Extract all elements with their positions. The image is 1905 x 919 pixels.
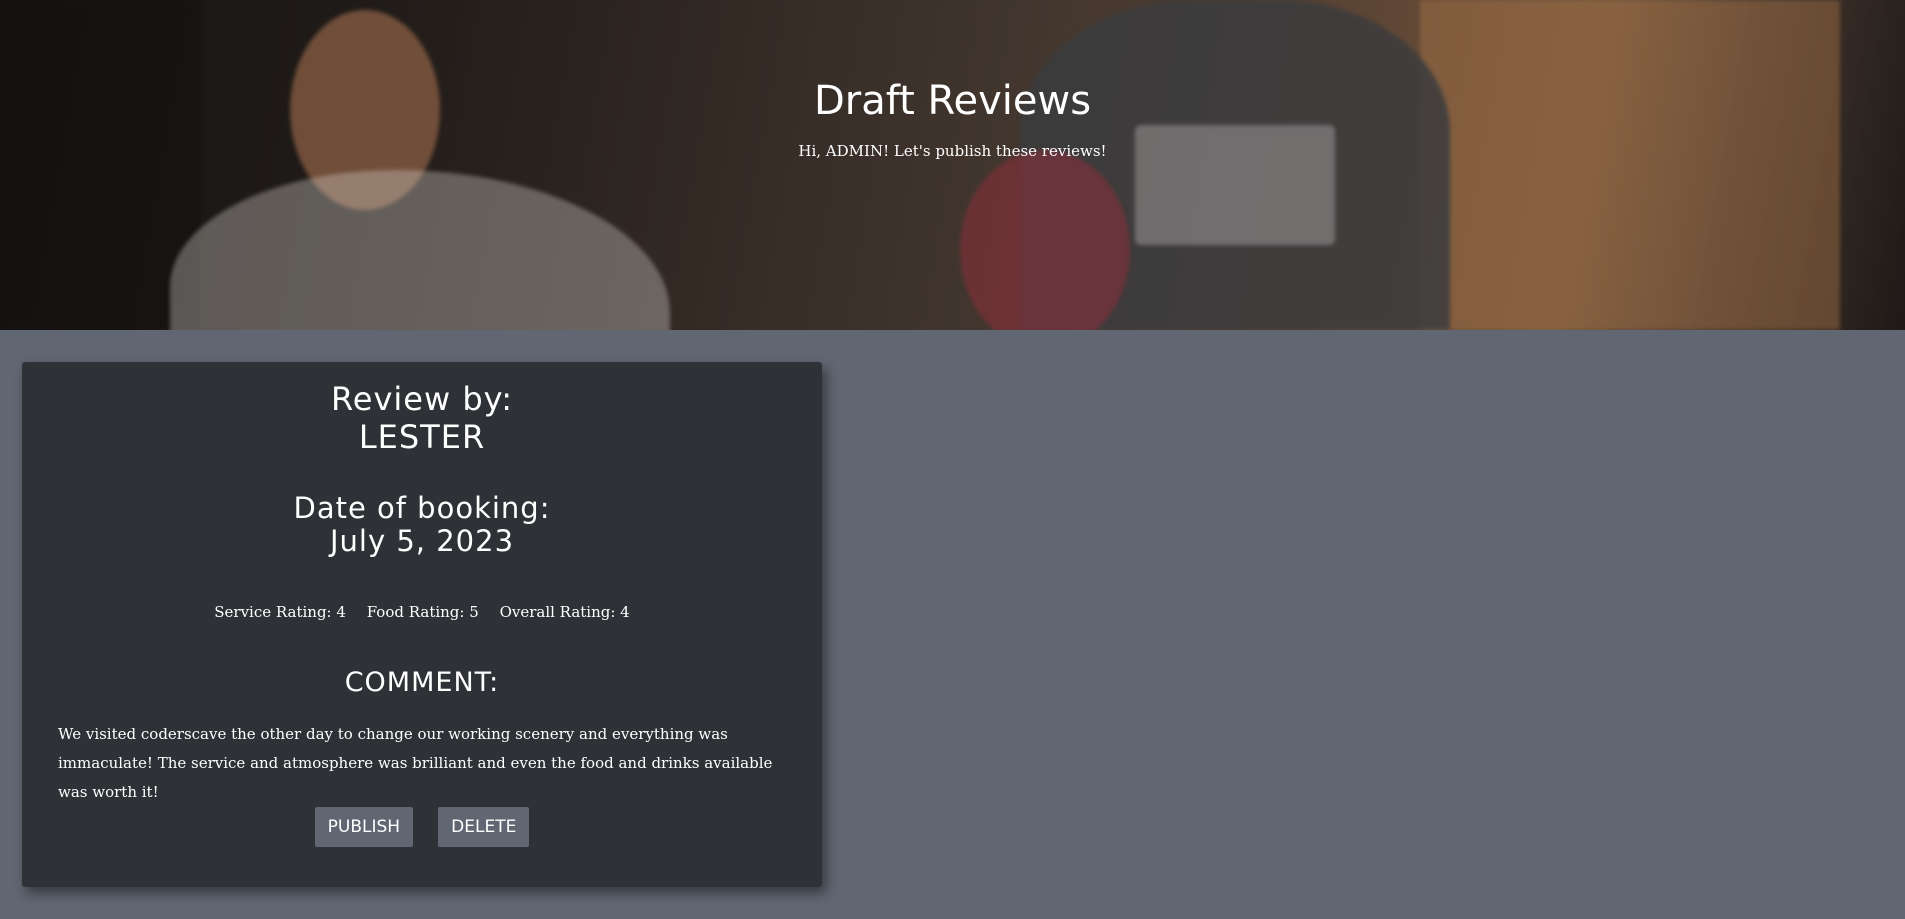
draft-review-card: Review by: LESTER Date of booking: July … <box>22 362 822 887</box>
booking-date-label: Date of booking: <box>293 491 551 525</box>
service-rating: Service Rating: 4 <box>214 603 346 621</box>
reviewer-name: LESTER <box>358 418 486 456</box>
page-title: Draft Reviews <box>813 78 1092 124</box>
delete-button[interactable]: DELETE <box>438 807 530 847</box>
publish-button[interactable]: PUBLISH <box>314 807 414 847</box>
reviewer-heading: Review by: LESTER <box>22 380 822 456</box>
hero-banner: Draft Reviews Hi, ADMIN! Let's publish t… <box>0 0 1905 330</box>
comment-heading: COMMENT: <box>344 667 500 698</box>
hero-photo-shirt <box>170 170 670 330</box>
overall-rating: Overall Rating: 4 <box>499 603 630 621</box>
ratings-row: Service Rating: 4 Food Rating: 5 Overall… <box>22 603 822 621</box>
booking-date-value: July 5, 2023 <box>329 524 515 558</box>
booking-date-heading: Date of booking: July 5, 2023 <box>22 492 822 558</box>
page-subtitle: Hi, ADMIN! Let's publish these reviews! <box>798 142 1107 160</box>
review-by-label: Review by: <box>330 380 514 418</box>
comment-text: We visited coderscave the other day to c… <box>58 725 773 801</box>
food-rating: Food Rating: 5 <box>366 603 479 621</box>
hero-photo-shelves <box>1420 0 1840 330</box>
review-actions: PUBLISH DELETE <box>22 807 822 847</box>
